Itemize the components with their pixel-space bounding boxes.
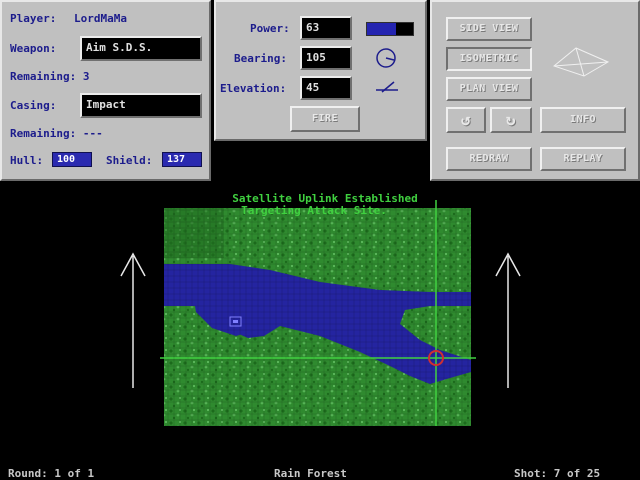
left-arrow-icon [120, 252, 146, 388]
terrain-map[interactable] [0, 0, 640, 480]
targeting-message: Targeting Attack Site. [241, 204, 387, 217]
terrain-name: Rain Forest [274, 467, 347, 480]
shot-status: Shot: 7 of 25 [514, 467, 601, 480]
round-status: Round: 1 of 1 [8, 467, 95, 480]
player-tank-core [233, 320, 238, 323]
right-arrow-icon [495, 252, 521, 388]
map-grid [164, 208, 471, 426]
